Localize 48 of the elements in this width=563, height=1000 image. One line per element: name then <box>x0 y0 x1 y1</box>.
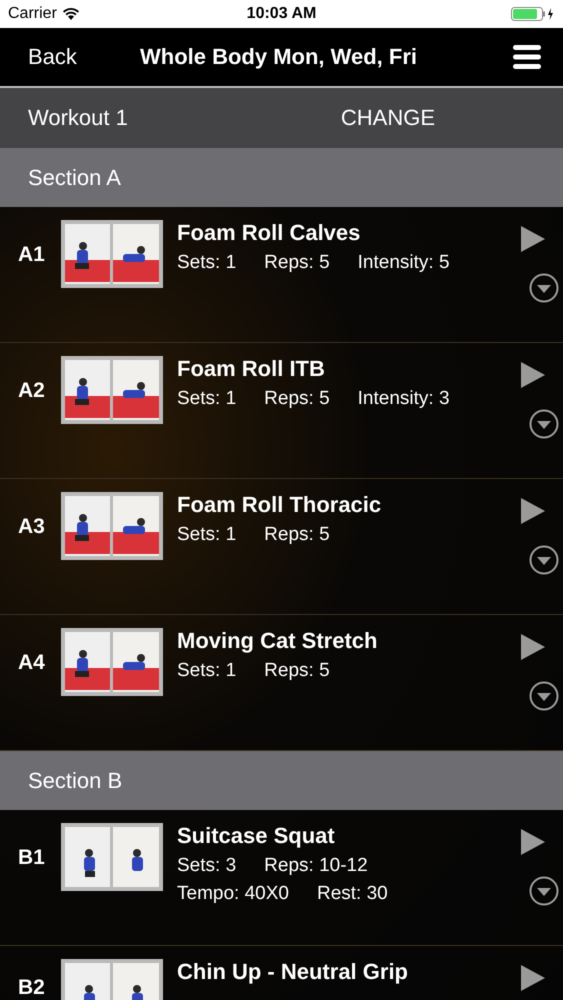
exercise-stat: Intensity: 3 <box>358 388 450 410</box>
exercise-stat: Reps: 5 <box>264 252 330 274</box>
status-time: 10:03 AM <box>246 5 316 23</box>
screen-title: Whole Body Mon, Wed, Fri <box>140 44 418 70</box>
exercise-code: A1 <box>17 243 46 267</box>
exercise-title[interactable]: Chin Up - Neutral Grip <box>177 959 503 985</box>
play-icon[interactable] <box>520 633 546 661</box>
exercise-code: B2 <box>17 976 46 1000</box>
exercise-stat: Reps: 5 <box>264 524 330 546</box>
play-icon[interactable] <box>520 828 546 856</box>
exercise-stat: Sets: 1 <box>177 660 236 682</box>
exercise-stat: Rest: 30 <box>316 883 388 905</box>
exercise-title[interactable]: Moving Cat Stretch <box>177 628 503 654</box>
exercise-stat: Sets: 1 <box>177 388 236 410</box>
wifi-icon <box>62 8 79 20</box>
exercise-stat: Sets: 1 <box>177 252 236 274</box>
exercise-stat: Sets: 1 <box>177 524 236 546</box>
exercise-stat: Reps: 5 <box>264 388 330 410</box>
battery-icon <box>511 7 555 21</box>
exercise-title[interactable]: Foam Roll ITB <box>177 356 503 382</box>
exercise-stat: Tempo: 40X0 <box>177 883 289 905</box>
exercise-code: A2 <box>17 379 46 403</box>
expand-icon[interactable] <box>529 273 559 303</box>
exercise-title[interactable]: Foam Roll Thoracic <box>177 492 503 518</box>
carrier-label: Carrier <box>8 5 57 23</box>
expand-icon[interactable] <box>529 681 559 711</box>
exercise-code: B1 <box>17 846 46 870</box>
exercise-stat: Intensity: 5 <box>358 252 450 274</box>
section-header: Section A <box>0 148 563 207</box>
back-button[interactable]: Back <box>28 44 140 70</box>
menu-icon[interactable] <box>513 43 541 71</box>
expand-icon[interactable] <box>529 545 559 575</box>
expand-icon[interactable] <box>529 876 559 906</box>
exercise-stat: Reps: 10-12 <box>264 855 368 877</box>
play-icon[interactable] <box>520 964 546 992</box>
play-icon[interactable] <box>520 361 546 389</box>
exercise-code: A3 <box>17 515 46 539</box>
section-header: Section B <box>0 751 563 810</box>
exercise-title[interactable]: Foam Roll Calves <box>177 220 503 246</box>
play-icon[interactable] <box>520 497 546 525</box>
exercise-code: A4 <box>17 651 46 675</box>
exercise-stat: Reps: 5 <box>264 660 330 682</box>
workout-name: Workout 1 <box>28 105 129 131</box>
exercise-stat: Sets: 3 <box>177 855 236 877</box>
expand-icon[interactable] <box>529 409 559 439</box>
play-icon[interactable] <box>520 225 546 253</box>
exercise-title[interactable]: Suitcase Squat <box>177 823 503 849</box>
change-button[interactable]: CHANGE <box>340 105 435 131</box>
